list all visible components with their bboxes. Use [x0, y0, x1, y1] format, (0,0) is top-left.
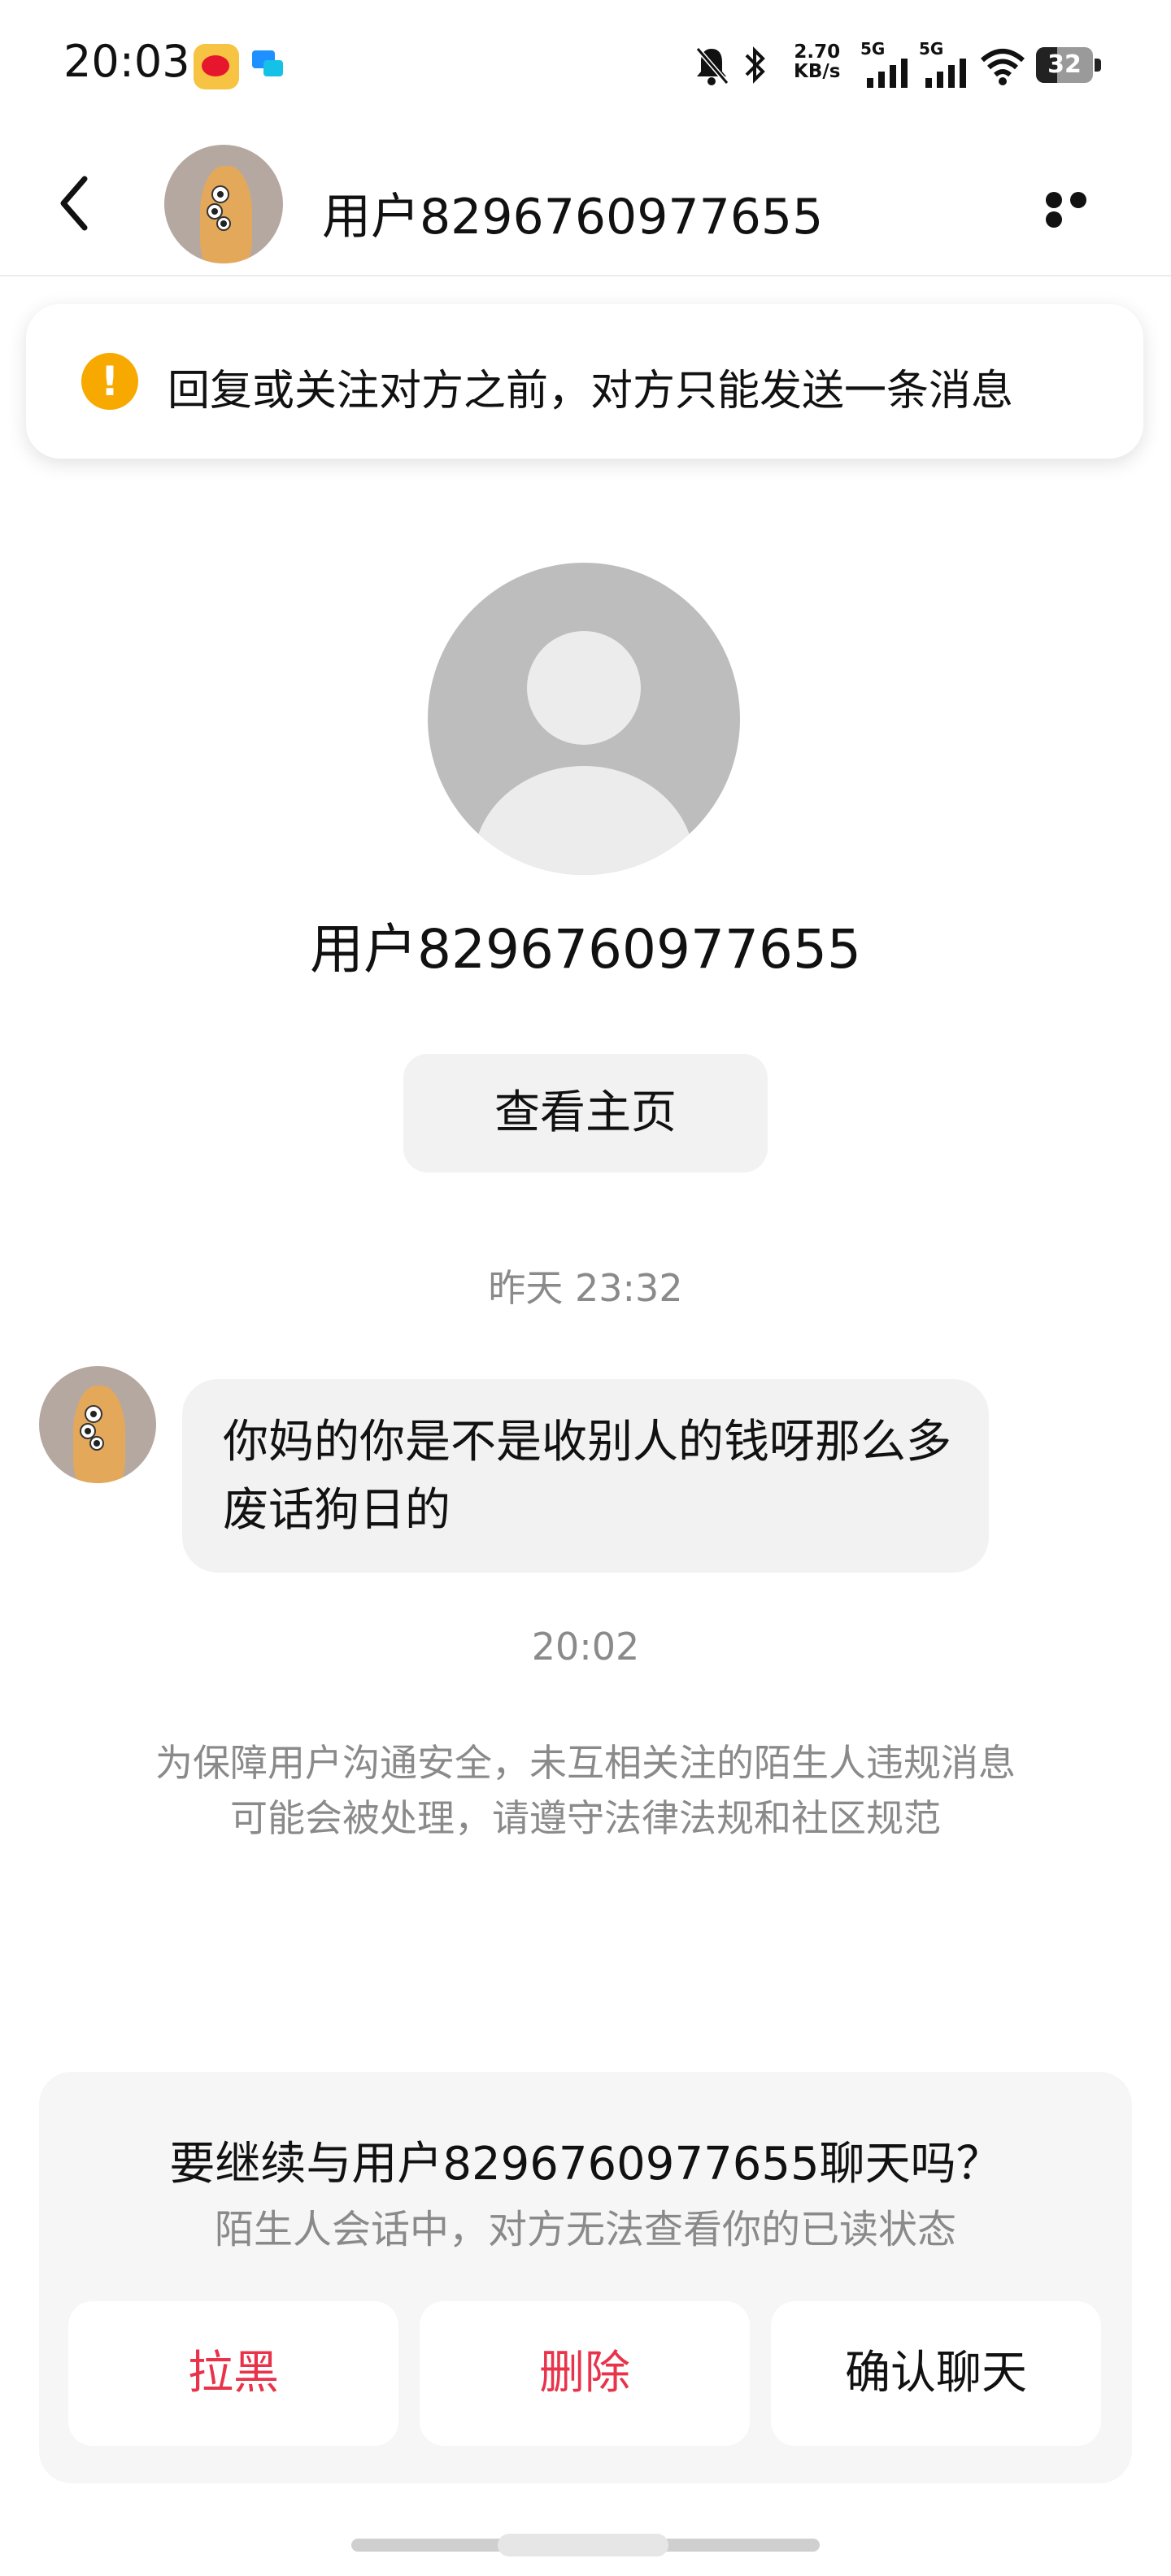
battery-icon: 32	[1036, 47, 1101, 83]
signal-icon: 5G	[860, 39, 909, 88]
message-app-icon	[249, 47, 285, 83]
net-speed-value: 2.70	[794, 41, 841, 63]
bluetooth-icon	[745, 46, 765, 84]
timestamp: 昨天 23:32	[488, 1266, 683, 1310]
chevron-left-icon[interactable]	[52, 171, 98, 236]
message-avatar[interactable]	[39, 1366, 156, 1483]
header-divider	[0, 275, 1171, 276]
panel-title: 要继续与用户8296760977655聊天吗？	[169, 2138, 1002, 2191]
signal-label: 5G	[919, 39, 944, 59]
block-button[interactable]: 拉黑	[68, 2301, 398, 2446]
panel-subtitle: 陌生人会话中，对方无法查看你的已读状态	[214, 2207, 956, 2252]
profile-name: 用户8296760977655	[310, 918, 861, 981]
header-avatar[interactable]	[164, 145, 283, 263]
delete-button[interactable]: 删除	[420, 2301, 750, 2446]
safety-notice: 为保障用户沟通安全，未互相关注的陌生人违规消息可能会被处理，请遵守法律法规和社区…	[155, 1741, 1016, 1840]
notice-text: 回复或关注对方之前，对方只能发送一条消息	[168, 367, 1014, 416]
wifi-icon	[981, 49, 1025, 85]
signal-icon: 5G	[919, 39, 968, 88]
confirm-chat-button[interactable]: 确认聊天	[771, 2301, 1101, 2446]
signal-label: 5G	[860, 39, 886, 59]
net-speed-unit: KB/s	[794, 61, 841, 82]
net-speed: 2.70 KB/s	[794, 42, 840, 81]
profile-avatar[interactable]	[428, 563, 740, 875]
timestamp: 20:02	[531, 1625, 640, 1669]
mute-bell-icon	[695, 47, 729, 85]
header-title: 用户8296760977655	[322, 189, 824, 246]
message-bubble[interactable]: 你妈的你是不是收别人的钱呀那么多废话狗日的	[182, 1379, 989, 1573]
battery-level: 32	[1047, 50, 1082, 79]
home-indicator[interactable]	[351, 2534, 820, 2556]
warning-icon: !	[81, 353, 138, 410]
message-text: 你妈的你是不是收别人的钱呀那么多废话狗日的	[223, 1416, 951, 1537]
weibo-app-icon	[194, 44, 239, 89]
status-time: 20:03	[63, 36, 190, 87]
view-homepage-button[interactable]: 查看主页	[403, 1054, 768, 1173]
more-dots-icon[interactable]	[1046, 192, 1116, 228]
